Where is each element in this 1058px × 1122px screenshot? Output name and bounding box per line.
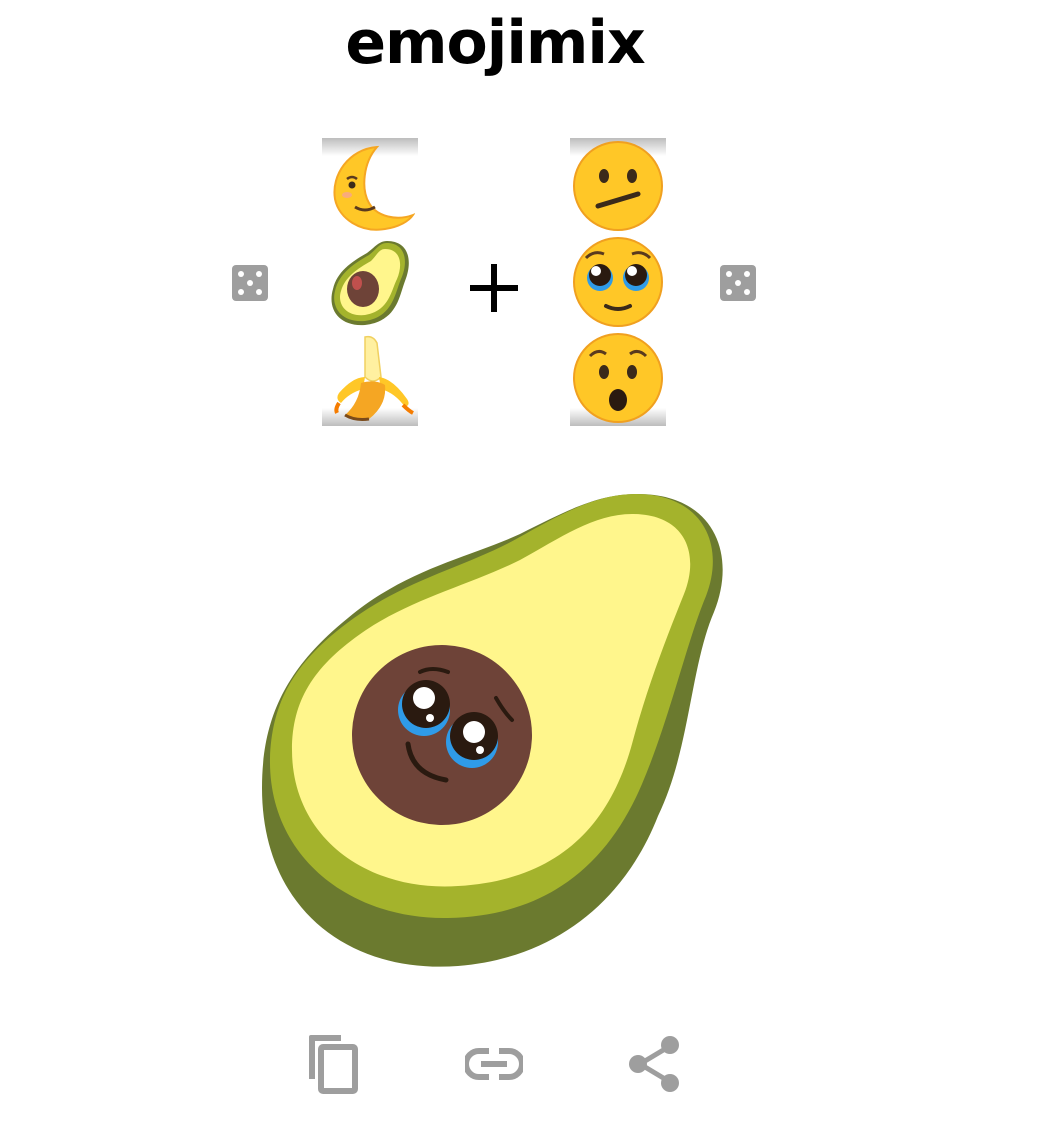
copy-icon — [309, 1035, 358, 1094]
pleading-face-emoji[interactable] — [570, 234, 666, 330]
randomize-right-dice-button[interactable] — [719, 264, 757, 302]
right-emoji-reel[interactable] — [570, 138, 666, 426]
app-title: emojimix — [345, 8, 645, 78]
avocado-emoji[interactable] — [322, 234, 418, 330]
randomize-left-dice-button[interactable] — [231, 264, 269, 302]
share-button[interactable] — [624, 1032, 684, 1096]
link-icon — [465, 1048, 523, 1080]
share-icon — [629, 1036, 679, 1092]
banana-emoji[interactable] — [322, 330, 418, 426]
copy-link-button[interactable] — [464, 1032, 524, 1096]
confused-face-emoji[interactable] — [570, 138, 666, 234]
moon-face-emoji[interactable] — [322, 138, 418, 234]
pleading-avocado-emoji — [262, 494, 723, 967]
left-emoji-reel[interactable] — [322, 138, 418, 426]
plus-icon — [470, 264, 518, 312]
hushed-face-emoji[interactable] — [570, 330, 666, 426]
dice-icon — [720, 265, 756, 301]
copy-button[interactable] — [303, 1032, 363, 1096]
dice-icon — [232, 265, 268, 301]
